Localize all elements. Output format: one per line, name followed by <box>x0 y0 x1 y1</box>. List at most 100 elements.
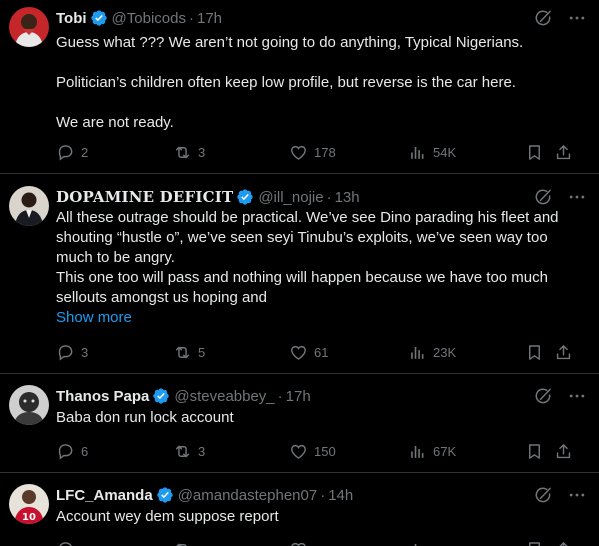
like-count: 178 <box>314 144 336 160</box>
tweet-header: DOPAMINE DEFICIT @ill_nojie · 13h <box>56 187 587 207</box>
tweet-text-line: shouting “hustle o”, we’ve seen seyi Tin… <box>56 229 548 246</box>
bookmark-button[interactable] <box>525 142 544 162</box>
reply-button[interactable]: 3 <box>56 342 88 362</box>
like-icon <box>289 540 308 546</box>
share-icon <box>554 442 573 461</box>
avatar[interactable]: 10 <box>9 484 49 524</box>
like-count: 150 <box>314 443 336 459</box>
tweet-card[interactable]: Tobi @Tobicods · 17h Guess what ??? We a… <box>0 0 599 174</box>
display-name[interactable]: DOPAMINE DEFICIT <box>56 188 233 206</box>
views-button[interactable]: 23K <box>408 342 456 362</box>
tweet-text: All these outrage should be practical. W… <box>56 208 585 328</box>
tweet-text-line: Guess what ??? We aren’t not going to do… <box>56 34 524 51</box>
separator-dot: · <box>188 9 194 27</box>
tweet-text-line: Baba don run lock account <box>56 409 234 426</box>
more-icon[interactable] <box>567 187 587 207</box>
show-more-link[interactable]: Show more <box>56 308 585 328</box>
timestamp[interactable]: 14h <box>328 487 353 504</box>
share-button[interactable] <box>554 539 573 546</box>
reply-button[interactable] <box>56 539 81 546</box>
bookmark-button[interactable] <box>525 342 544 362</box>
reply-button[interactable]: 6 <box>56 441 88 461</box>
share-icon <box>554 343 573 362</box>
share-icon <box>554 143 573 162</box>
reply-count: 2 <box>81 144 89 160</box>
views-button[interactable] <box>408 539 433 546</box>
tweet-card[interactable]: DOPAMINE DEFICIT @ill_nojie · 13h All th… <box>0 174 599 374</box>
bookmark-icon <box>525 540 544 546</box>
like-button[interactable]: 178 <box>289 142 336 162</box>
more-icon[interactable] <box>567 386 587 406</box>
reply-button[interactable]: 2 <box>56 142 88 162</box>
tweet-text-line: This one too will pass and nothing will … <box>56 269 548 286</box>
reply-icon <box>56 442 75 461</box>
tweet-text-line: sellouts amongst us hoping and <box>56 289 267 306</box>
more-icon[interactable] <box>567 8 587 28</box>
timestamp[interactable]: 13h <box>335 189 360 206</box>
repost-button[interactable] <box>173 539 198 546</box>
tweet-text-line: Account wey dem suppose report <box>56 508 279 525</box>
views-count: 54K <box>433 144 457 160</box>
timestamp[interactable]: 17h <box>197 10 222 27</box>
like-button[interactable]: 61 <box>289 342 328 362</box>
like-button[interactable]: 150 <box>289 441 336 461</box>
tweet-header: Thanos Papa @steveabbey_ · 17h <box>56 386 587 406</box>
repost-button[interactable]: 3 <box>173 142 205 162</box>
tweet-text: Account wey dem suppose report <box>56 507 585 527</box>
repost-count: 3 <box>198 144 206 160</box>
separator-dot: · <box>320 486 326 504</box>
tweet-card[interactable]: 10 LFC_Amanda @amandastephen07 · 14h Acc… <box>0 473 599 546</box>
tweet-actions: 3 5 61 23K <box>56 342 576 362</box>
avatar[interactable] <box>9 7 49 47</box>
bookmark-icon <box>525 442 544 461</box>
bookmark-button[interactable] <box>525 441 544 461</box>
tweet-text-line: All these outrage should be practical. W… <box>56 209 559 226</box>
reply-icon <box>56 343 75 362</box>
bookmark-button[interactable] <box>525 539 544 546</box>
repost-icon <box>173 442 192 461</box>
more-icon[interactable] <box>567 485 587 505</box>
timestamp[interactable]: 17h <box>286 388 311 405</box>
repost-button[interactable]: 3 <box>173 441 205 461</box>
views-count: 23K <box>433 344 457 360</box>
tweet-text-line: much to be angry. <box>56 249 175 266</box>
verified-badge-icon <box>90 9 108 27</box>
verified-badge-icon <box>152 387 170 405</box>
avatar[interactable] <box>9 186 49 226</box>
user-handle[interactable]: @amandastephen07 <box>178 487 318 504</box>
avatar[interactable] <box>9 385 49 425</box>
verified-badge-icon <box>156 486 174 504</box>
views-icon <box>408 540 427 546</box>
separator-dot: · <box>326 188 332 206</box>
views-button[interactable]: 54K <box>408 142 456 162</box>
tweet-actions <box>56 539 576 546</box>
user-handle[interactable]: @ill_nojie <box>258 189 323 206</box>
share-button[interactable] <box>554 142 573 162</box>
tweet-text: Baba don run lock account <box>56 408 585 428</box>
views-icon <box>408 343 427 362</box>
repost-button[interactable]: 5 <box>173 342 205 362</box>
like-button[interactable] <box>289 539 314 546</box>
text-spacer <box>56 53 585 73</box>
display-name[interactable]: Thanos Papa <box>56 388 149 405</box>
display-name[interactable]: LFC_Amanda <box>56 487 153 504</box>
grok-icon[interactable] <box>533 386 553 406</box>
grok-icon[interactable] <box>533 8 553 28</box>
repost-icon <box>173 343 192 362</box>
tweet-card[interactable]: Thanos Papa @steveabbey_ · 17h Baba don … <box>0 374 599 473</box>
grok-icon[interactable] <box>533 485 553 505</box>
grok-icon[interactable] <box>533 187 553 207</box>
views-icon <box>408 442 427 461</box>
user-handle[interactable]: @Tobicods <box>112 10 186 27</box>
like-count: 61 <box>314 344 329 360</box>
reply-icon <box>56 143 75 162</box>
reply-count: 6 <box>81 443 89 459</box>
svg-text:10: 10 <box>22 512 36 523</box>
share-button[interactable] <box>554 342 573 362</box>
user-handle[interactable]: @steveabbey_ <box>174 388 274 405</box>
verified-badge-icon <box>236 188 254 206</box>
views-button[interactable]: 67K <box>408 441 456 461</box>
share-button[interactable] <box>554 441 573 461</box>
display-name[interactable]: Tobi <box>56 10 87 27</box>
like-icon <box>289 143 308 162</box>
